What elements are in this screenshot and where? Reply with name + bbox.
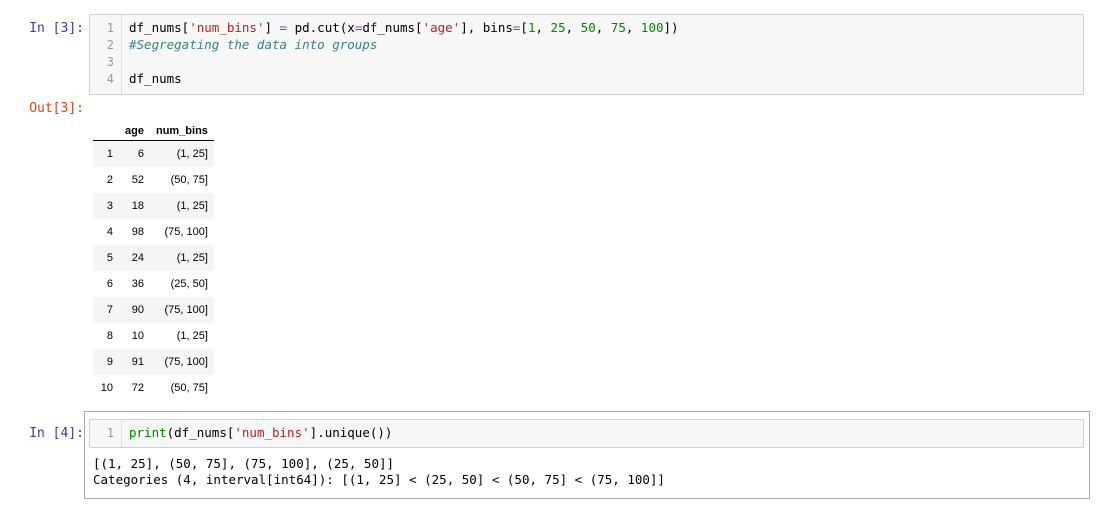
line-number: 1	[106, 426, 114, 440]
cell-age: 18	[131, 200, 144, 212]
cell-num-bins: (1, 25]	[176, 330, 208, 342]
table-row: 6 36 (25, 50]	[93, 271, 214, 297]
table-row: 3 18 (1, 25]	[93, 193, 214, 219]
cell-age: 90	[131, 304, 144, 316]
cell-age: 98	[131, 226, 144, 238]
cell-num-bins: (25, 50]	[170, 278, 208, 290]
code-line-4: df_nums	[129, 71, 182, 86]
line-number: 2	[106, 38, 114, 52]
row-index: 10	[100, 382, 113, 394]
cell-age: 10	[131, 330, 144, 342]
row-index: 2	[106, 174, 113, 186]
cell-num-bins: (75, 100]	[164, 304, 208, 316]
cell4-in-prompt: In [4]:	[29, 426, 84, 441]
table-row: 7 90 (75, 100]	[93, 297, 214, 323]
table-row: 5 24 (1, 25]	[93, 245, 214, 271]
code-line-1: df_nums['num_bins'] = pd.cut(x=df_nums['…	[129, 20, 679, 35]
cell4-code-editor[interactable]: 1 print(df_nums['num_bins'].unique())	[89, 419, 1084, 448]
cell4-output-line-2: Categories (4, interval[int64]): [(1, 25…	[93, 472, 665, 487]
gutter-separator	[121, 420, 122, 447]
cell-num-bins: (75, 100]	[164, 356, 208, 368]
cell-age: 52	[131, 174, 144, 186]
line-number: 4	[106, 72, 114, 86]
table-row: 8 10 (1, 25]	[93, 323, 214, 349]
index-header	[93, 116, 119, 141]
row-index: 4	[106, 226, 113, 238]
row-index: 6	[106, 278, 113, 290]
table-row: 1 6 (1, 25]	[93, 140, 214, 167]
column-header-num-bins: num_bins	[149, 116, 214, 141]
cell3-in-prompt: In [3]:	[29, 21, 84, 36]
cell-age: 91	[131, 356, 144, 368]
line-number: 1	[106, 21, 114, 35]
cell-num-bins: (1, 25]	[176, 200, 208, 212]
cell3-out-prompt: Out[3]:	[29, 101, 84, 116]
table-row: 10 72 (50, 75]	[93, 375, 214, 401]
cell-num-bins: (1, 25]	[176, 148, 208, 160]
gutter-separator	[121, 15, 122, 94]
table-header-row: age num_bins	[93, 116, 214, 141]
cell-num-bins: (50, 75]	[170, 382, 208, 394]
dataframe-table: age num_bins 1 6 (1, 25] 2 52 (50, 75] 3 18 (1, …	[93, 116, 214, 401]
row-index: 5	[106, 252, 113, 264]
row-index: 3	[106, 200, 113, 212]
row-index: 9	[106, 356, 113, 368]
row-index: 8	[106, 330, 113, 342]
table-row: 2 52 (50, 75]	[93, 167, 214, 193]
cell-age: 36	[131, 278, 144, 290]
cell3-code-editor[interactable]: 1 2 3 4 df_nums['num_bins'] = pd.cut(x=d…	[89, 14, 1084, 95]
code-line-1: print(df_nums['num_bins'].unique())	[129, 425, 393, 440]
cell-num-bins: (1, 25]	[176, 252, 208, 264]
row-index: 7	[106, 304, 113, 316]
table-row: 9 91 (75, 100]	[93, 349, 214, 375]
cell-age: 72	[131, 382, 144, 394]
cell-age: 6	[137, 148, 144, 160]
code-line-2-comment: #Segregating the data into groups	[129, 37, 378, 52]
cell-num-bins: (50, 75]	[170, 174, 208, 186]
column-header-age: age	[119, 116, 150, 141]
cell-num-bins: (75, 100]	[164, 226, 208, 238]
row-index: 1	[106, 148, 113, 160]
line-number: 3	[106, 55, 114, 69]
cell-age: 24	[131, 252, 144, 264]
table-row: 4 98 (75, 100]	[93, 219, 214, 245]
